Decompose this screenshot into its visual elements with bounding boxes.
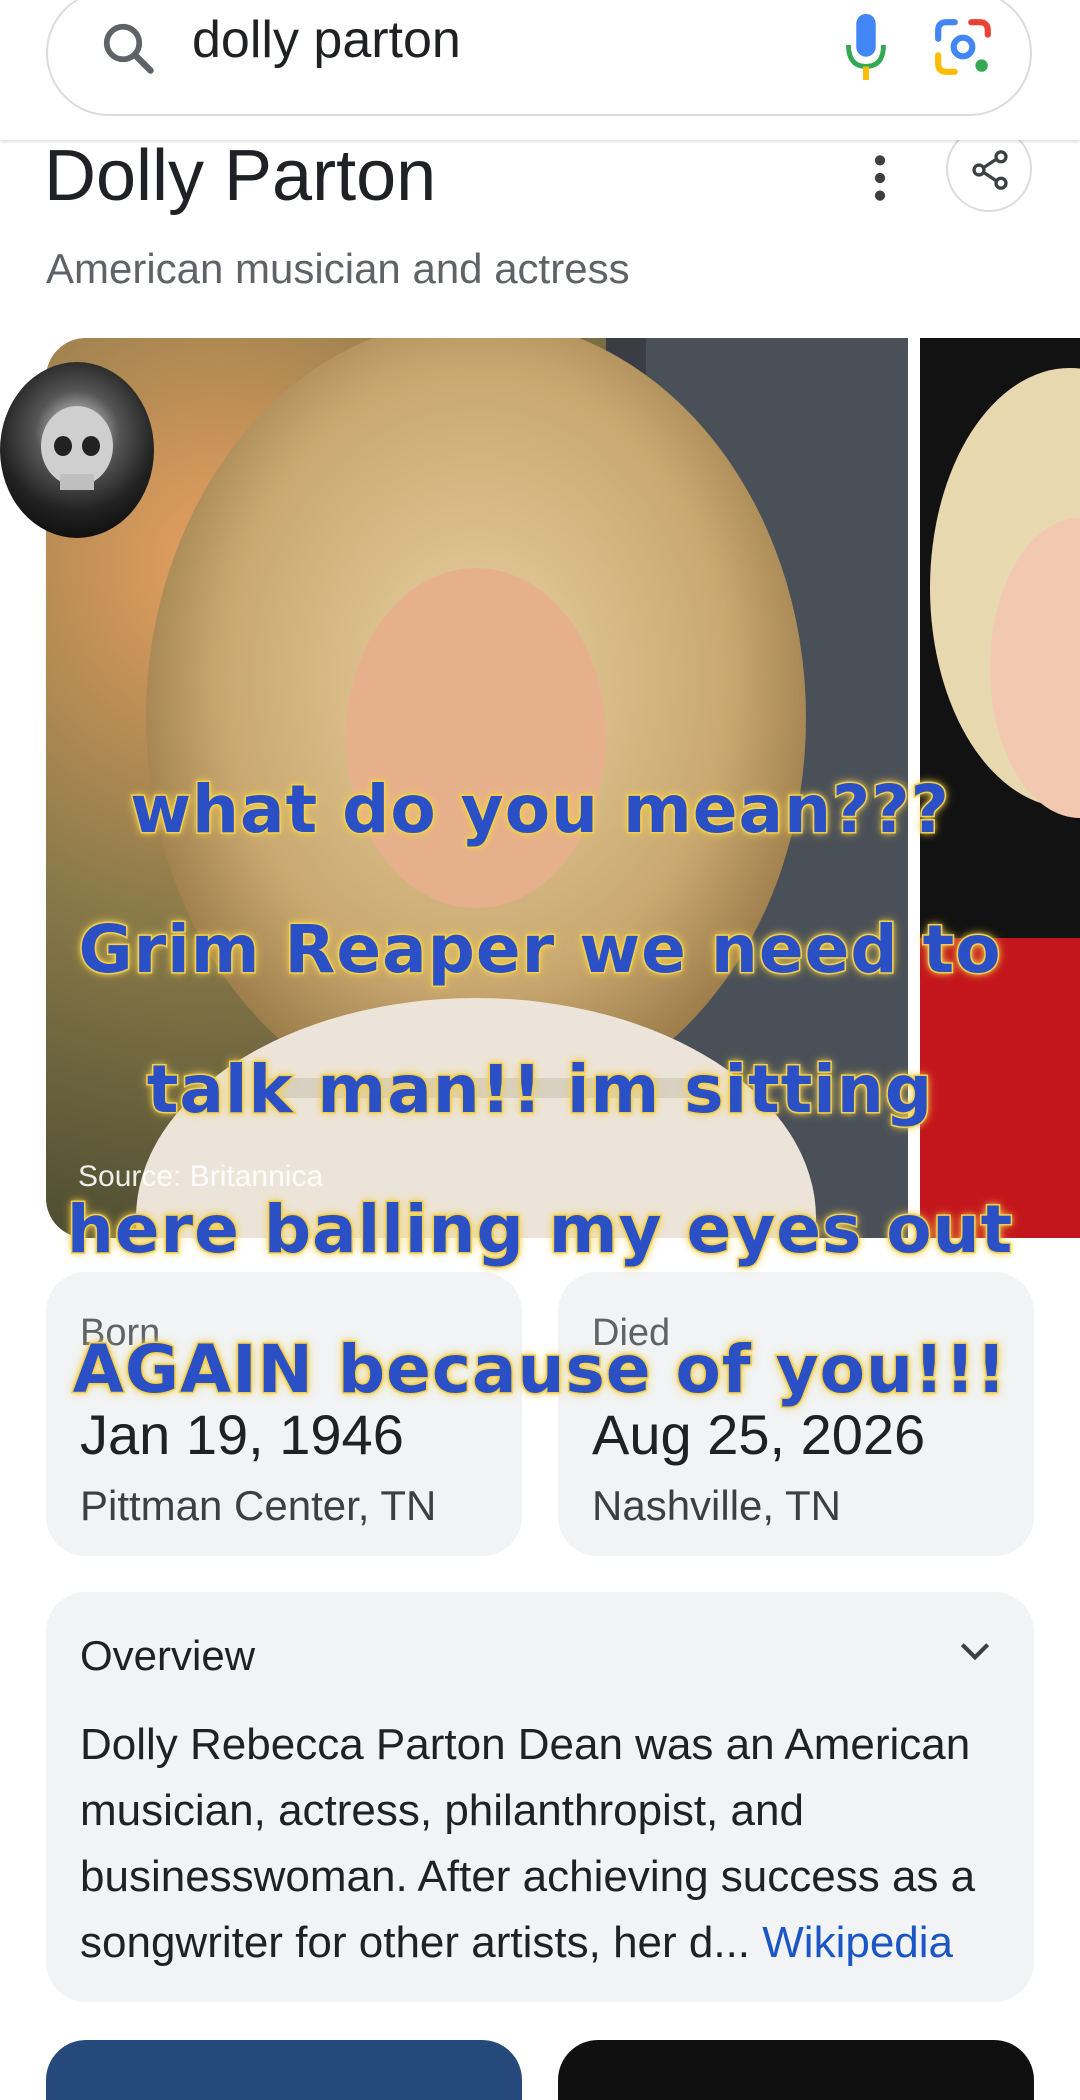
- overview-text-block: Dolly Rebecca Parton Dean was an America…: [80, 1712, 1010, 1976]
- caption-line: here balling my eyes out: [65, 1190, 1014, 1270]
- caption-line: Grim Reaper we need to: [77, 910, 1002, 990]
- caption-line: AGAIN because of you!!!: [71, 1330, 1008, 1410]
- caption-line: what do you mean???: [129, 770, 951, 850]
- overview-heading: Overview: [80, 1632, 256, 1679]
- image-thumbnail[interactable]: [558, 2040, 1034, 2100]
- search-input[interactable]: dolly parton: [192, 10, 461, 70]
- wikipedia-link[interactable]: Wikipedia: [762, 1918, 953, 1967]
- search-box[interactable]: dolly parton: [46, 0, 1032, 116]
- born-place: Pittman Center, TN: [80, 1482, 437, 1529]
- microphone-icon[interactable]: [846, 12, 886, 82]
- entity-title: Dolly Parton: [44, 136, 437, 216]
- search-header: dolly parton: [0, 0, 1080, 140]
- overview-card[interactable]: Overview Dolly Rebecca Parton Dean was a…: [46, 1592, 1034, 2002]
- search-icon: [103, 23, 154, 74]
- more-options-icon[interactable]: [870, 154, 890, 202]
- died-place: Nashville, TN: [592, 1482, 841, 1529]
- google-lens-icon[interactable]: [932, 16, 994, 78]
- chevron-down-icon[interactable]: [956, 1632, 994, 1670]
- skull-avatar-sticker: [0, 362, 154, 538]
- caption-line: talk man!! im sitting: [145, 1050, 934, 1130]
- skull-icon: [41, 406, 113, 490]
- share-icon: [972, 150, 1008, 190]
- image-thumbnail[interactable]: [46, 2040, 522, 2100]
- entity-subtitle: American musician and actress: [46, 245, 630, 292]
- meme-caption: what do you mean??? Grim Reaper we need …: [0, 740, 1080, 1440]
